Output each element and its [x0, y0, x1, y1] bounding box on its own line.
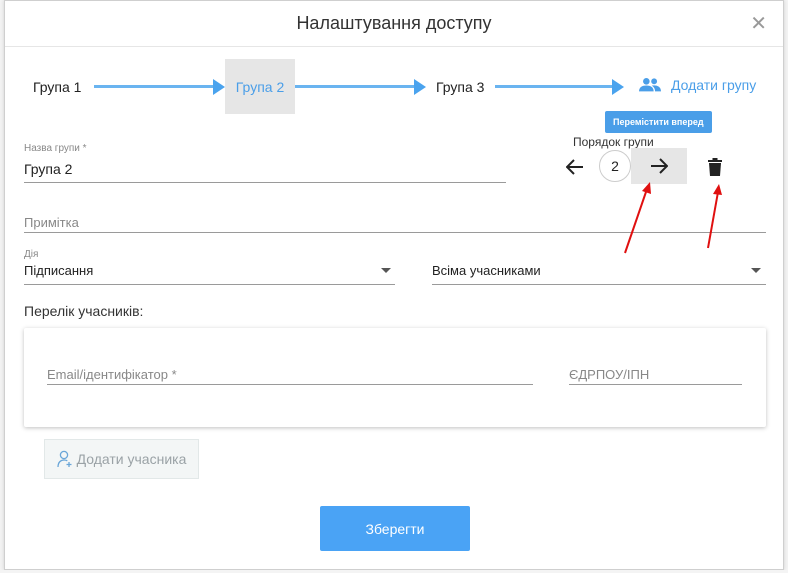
chevron-down-icon — [751, 268, 761, 273]
add-member-label: Додати учасника — [76, 451, 187, 467]
step-label: Група 3 — [436, 79, 485, 95]
edrpou-underline — [569, 384, 742, 385]
move-back-button[interactable] — [561, 153, 589, 181]
add-member-button[interactable]: Додати учасника — [44, 439, 199, 479]
add-group-label: Додати групу — [671, 77, 757, 93]
action-label: Дія — [24, 249, 39, 260]
chevron-down-icon — [381, 268, 391, 273]
email-input[interactable]: Email/ідентифікатор * — [47, 367, 533, 385]
email-underline — [47, 384, 533, 385]
close-icon[interactable]: ✕ — [750, 14, 767, 34]
step-arrow-head — [612, 79, 624, 95]
mode-underline — [432, 284, 766, 285]
add-person-icon — [56, 450, 72, 468]
step-arrow — [94, 85, 218, 88]
step-group-3[interactable]: Група 3 — [436, 79, 484, 95]
step-arrow-head — [414, 79, 426, 95]
step-arrow-head — [213, 79, 225, 95]
edrpou-input[interactable]: ЄДРПОУ/ІПН — [569, 367, 742, 385]
dialog-title: Налаштування доступу — [296, 13, 492, 33]
action-underline — [24, 284, 395, 285]
step-arrow — [495, 85, 615, 88]
members-title: Перелік учасників: — [24, 303, 144, 319]
move-forward-tooltip: Перемістити вперед — [605, 111, 712, 133]
action-select[interactable]: Підписання — [24, 263, 395, 283]
signing-mode-select[interactable]: Всіма учасниками — [432, 263, 766, 283]
move-forward-button[interactable] — [631, 148, 687, 184]
access-settings-dialog: Налаштування доступу ✕ Група 1 Група 2 Г… — [4, 0, 784, 570]
step-label: Група 2 — [235, 78, 285, 95]
member-card: Email/ідентифікатор * ЄДРПОУ/ІПН — [24, 328, 766, 427]
step-group-2[interactable]: Група 2 — [225, 59, 295, 114]
step-group-1[interactable]: Група 1 — [33, 79, 81, 95]
note-input[interactable]: Примітка — [24, 215, 766, 233]
group-order-value: 2 — [599, 150, 631, 182]
save-button[interactable]: Зберегти — [320, 506, 470, 551]
group-name-label: Назва групи * — [24, 143, 87, 154]
group-order-label: Порядок групи — [573, 135, 654, 149]
dialog-header: Налаштування доступу ✕ — [5, 1, 783, 47]
group-name-input[interactable]: Група 2 — [24, 161, 506, 181]
step-label: Група 1 — [33, 79, 82, 95]
add-group-button[interactable]: Додати групу — [639, 77, 756, 93]
note-underline — [24, 232, 766, 233]
arrow-left-icon — [566, 159, 583, 175]
arrow-right-icon — [651, 158, 668, 174]
step-arrow — [295, 85, 419, 88]
group-name-underline — [24, 182, 506, 183]
trash-icon — [708, 158, 722, 176]
group-icon — [639, 78, 661, 92]
delete-group-button[interactable] — [703, 155, 727, 179]
